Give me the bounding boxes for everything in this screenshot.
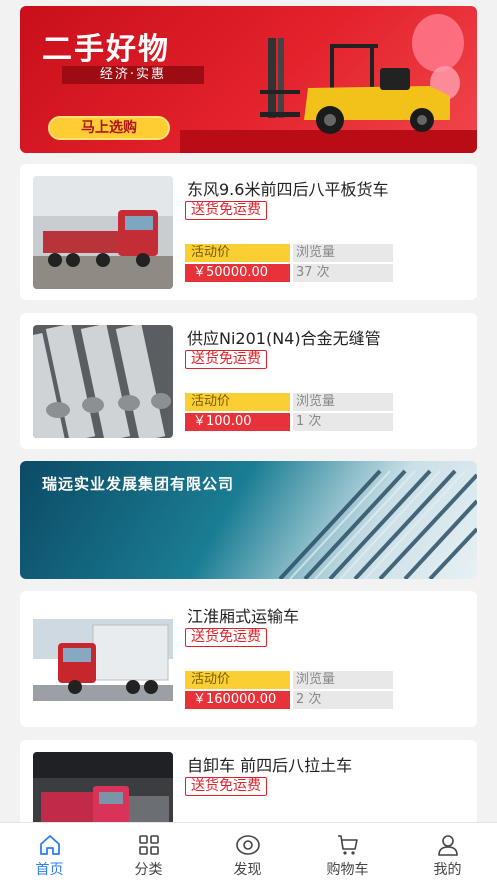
price-value: ￥50000.00 xyxy=(185,264,290,282)
views-label: 浏览量 xyxy=(293,393,393,411)
views-value: 2 次 xyxy=(293,691,393,709)
product-name[interactable]: 江淮厢式运输车 xyxy=(187,603,299,627)
cart-icon xyxy=(338,835,358,855)
product-card[interactable]: 自卸车 前四后八拉土车 送货免运费 xyxy=(20,740,477,822)
tab-label: 我的 xyxy=(433,862,462,878)
views-value: 1 次 xyxy=(293,413,393,431)
building-facade-image xyxy=(278,469,477,579)
tab-cart[interactable]: 购物车 xyxy=(298,823,397,883)
price-value: ￥160000.00 xyxy=(185,691,290,709)
promo-banner[interactable]: 二手好物 经济·实惠 马上选购 xyxy=(20,6,477,153)
home-icon xyxy=(40,835,60,855)
tab-label: 购物车 xyxy=(326,862,369,878)
product-name[interactable]: 东风9.6米前四后八平板货车 xyxy=(187,176,388,200)
promo-subtitle: 经济·实惠 xyxy=(62,66,204,84)
grid-icon xyxy=(139,835,159,855)
views-value: 37 次 xyxy=(293,264,393,282)
product-image-flatbed-truck xyxy=(33,176,173,289)
product-card[interactable]: 江淮厢式运输车 送货免运费 活动价 浏览量 ￥160000.00 2 次 xyxy=(20,591,477,727)
price-label: 活动价 xyxy=(185,393,290,411)
bottom-tab-bar: 首页 分类 发现 购物车 我的 xyxy=(0,822,497,883)
product-name[interactable]: 自卸车 前四后八拉土车 xyxy=(187,752,352,776)
eye-icon xyxy=(236,835,260,855)
product-name[interactable]: 供应Ni201(N4)合金无缝管 xyxy=(187,325,381,349)
buy-now-button[interactable]: 马上选购 xyxy=(48,116,170,140)
forklift-image xyxy=(260,38,450,134)
product-image-box-truck xyxy=(33,603,173,716)
product-image-dump-truck xyxy=(33,752,173,822)
tab-category[interactable]: 分类 xyxy=(99,823,198,883)
product-image-alloy-pipes xyxy=(33,325,173,438)
free-shipping-badge: 送货免运费 xyxy=(185,201,267,220)
free-shipping-badge: 送货免运费 xyxy=(185,777,267,796)
price-value: ￥100.00 xyxy=(185,413,290,431)
tab-label: 分类 xyxy=(134,862,163,878)
company-banner[interactable]: 瑞远实业发展集团有限公司 xyxy=(20,461,477,579)
tab-label: 首页 xyxy=(35,862,64,878)
tab-mine[interactable]: 我的 xyxy=(398,823,497,883)
tab-label: 发现 xyxy=(233,862,262,878)
user-icon xyxy=(438,835,458,856)
free-shipping-badge: 送货免运费 xyxy=(185,350,267,369)
views-label: 浏览量 xyxy=(293,244,393,262)
free-shipping-badge: 送货免运费 xyxy=(185,628,267,647)
product-card[interactable]: 东风9.6米前四后八平板货车 送货免运费 活动价 浏览量 ￥50000.00 3… xyxy=(20,164,477,300)
price-label: 活动价 xyxy=(185,671,290,689)
page-scroll-area[interactable]: 二手好物 经济·实惠 马上选购 东风9.6米前四后八平板货车 送货免运费 活动价… xyxy=(0,0,497,822)
product-card[interactable]: 供应Ni201(N4)合金无缝管 送货免运费 活动价 浏览量 ￥100.00 1… xyxy=(20,313,477,449)
promo-title: 二手好物 xyxy=(42,32,170,67)
tab-discover[interactable]: 发现 xyxy=(198,823,297,883)
price-label: 活动价 xyxy=(185,244,290,262)
company-name: 瑞远实业发展集团有限公司 xyxy=(42,475,235,493)
views-label: 浏览量 xyxy=(293,671,393,689)
tab-home[interactable]: 首页 xyxy=(0,823,99,883)
